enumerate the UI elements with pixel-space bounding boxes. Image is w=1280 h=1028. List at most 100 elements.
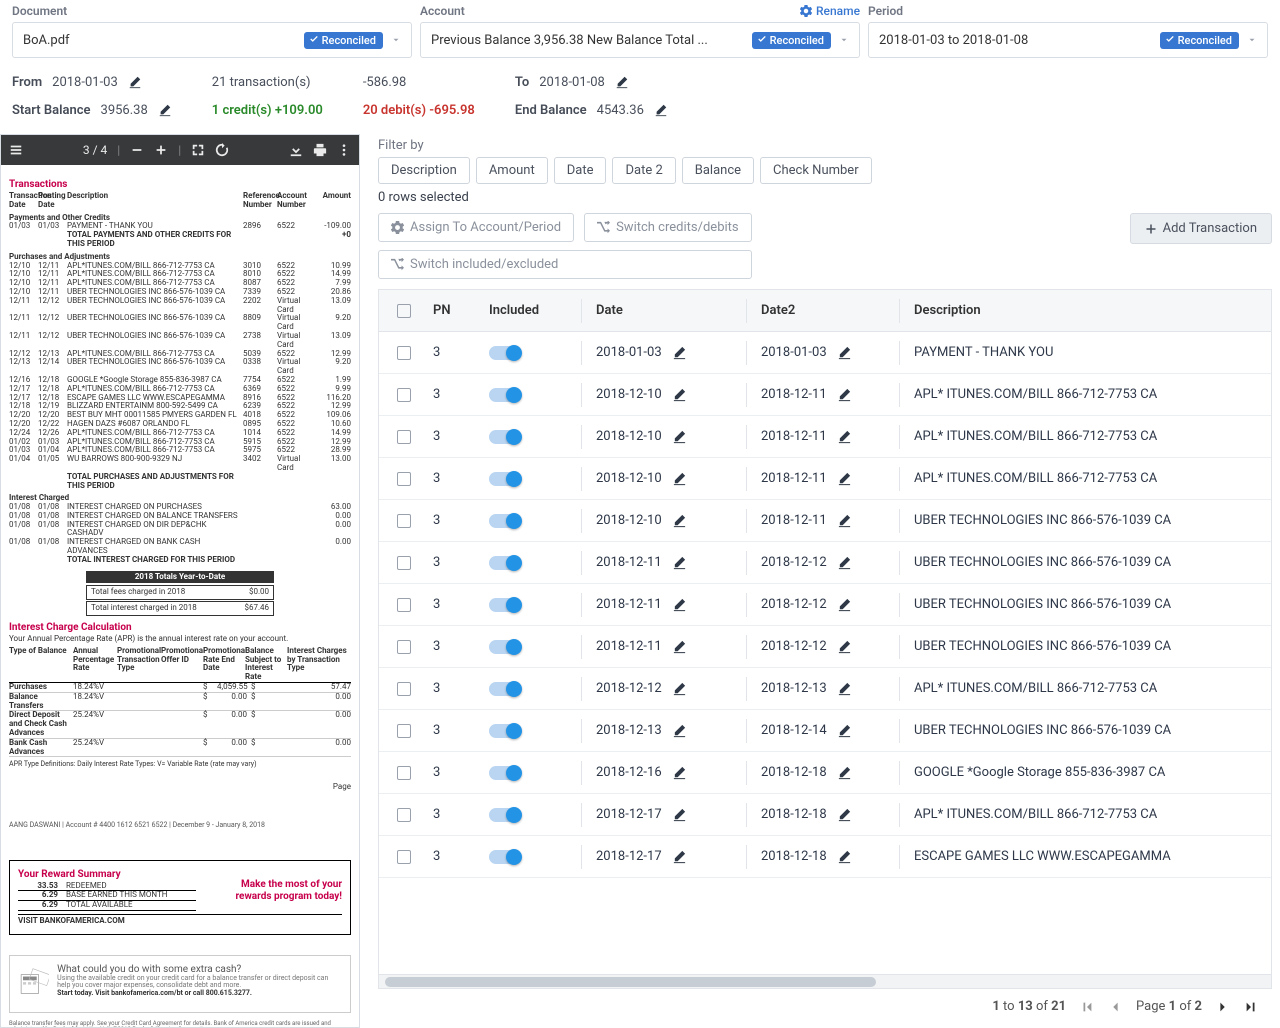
edit-icon[interactable] xyxy=(672,429,687,444)
included-toggle[interactable] xyxy=(489,556,521,570)
edit-icon[interactable] xyxy=(672,807,687,822)
rotate-icon[interactable] xyxy=(215,143,229,157)
row-checkbox[interactable] xyxy=(397,598,411,612)
select-all-checkbox[interactable] xyxy=(397,304,411,318)
edit-icon[interactable] xyxy=(128,75,142,89)
edit-icon[interactable] xyxy=(837,807,852,822)
table-row[interactable]: 32018-12-102018-12-11APL* ITUNES.COM/BIL… xyxy=(379,458,1271,500)
edit-icon[interactable] xyxy=(837,639,852,654)
filter-chip[interactable]: Amount xyxy=(476,157,548,184)
edit-icon[interactable] xyxy=(837,471,852,486)
edit-icon[interactable] xyxy=(672,555,687,570)
filter-chip[interactable]: Date 2 xyxy=(612,157,675,184)
table-row[interactable]: 32018-12-112018-12-12UBER TECHNOLOGIES I… xyxy=(379,584,1271,626)
period-select[interactable]: 2018-01-03 to 2018-01-08 Reconciled xyxy=(868,22,1268,58)
edit-icon[interactable] xyxy=(654,103,668,117)
included-toggle[interactable] xyxy=(489,430,521,444)
included-toggle[interactable] xyxy=(489,388,521,402)
edit-icon[interactable] xyxy=(837,597,852,612)
document-select[interactable]: BoA.pdf Reconciled xyxy=(12,22,412,58)
included-toggle[interactable] xyxy=(489,808,521,822)
table-row[interactable]: 32018-12-112018-12-12UBER TECHNOLOGIES I… xyxy=(379,626,1271,668)
row-checkbox[interactable] xyxy=(397,850,411,864)
switch-credits-debits-button[interactable]: Switch credits/debits xyxy=(584,213,752,242)
edit-icon[interactable] xyxy=(837,513,852,528)
prev-page-icon[interactable] xyxy=(1108,1000,1122,1014)
edit-icon[interactable] xyxy=(837,555,852,570)
rename-link[interactable]: Rename xyxy=(800,4,860,18)
included-toggle[interactable] xyxy=(489,682,521,696)
included-toggle[interactable] xyxy=(489,472,521,486)
last-page-icon[interactable] xyxy=(1244,1000,1258,1014)
assign-button[interactable]: Assign To Account/Period xyxy=(378,213,574,242)
edit-icon[interactable] xyxy=(837,345,852,360)
switch-included-excluded-button[interactable]: Switch included/excluded xyxy=(378,250,752,279)
filter-chip[interactable]: Date xyxy=(554,157,607,184)
edit-icon[interactable] xyxy=(672,849,687,864)
edit-icon[interactable] xyxy=(672,639,687,654)
edit-icon[interactable] xyxy=(837,765,852,780)
filter-chip[interactable]: Check Number xyxy=(760,157,872,184)
download-icon[interactable] xyxy=(289,143,303,157)
edit-icon[interactable] xyxy=(672,765,687,780)
included-toggle[interactable] xyxy=(489,766,521,780)
edit-icon[interactable] xyxy=(672,513,687,528)
edit-icon[interactable] xyxy=(158,103,172,117)
menu-icon[interactable] xyxy=(9,143,23,157)
filter-chip[interactable]: Description xyxy=(378,157,470,184)
row-checkbox[interactable] xyxy=(397,808,411,822)
edit-icon[interactable] xyxy=(672,723,687,738)
add-transaction-button[interactable]: Add Transaction xyxy=(1130,213,1272,244)
filter-chip[interactable]: Balance xyxy=(682,157,754,184)
pdf-page[interactable]: Transactions Transaction DatePosting Dat… xyxy=(1,165,359,1027)
table-row[interactable]: 32018-12-102018-12-11APL* ITUNES.COM/BIL… xyxy=(379,374,1271,416)
print-icon[interactable] xyxy=(313,143,327,157)
included-toggle[interactable] xyxy=(489,640,521,654)
edit-icon[interactable] xyxy=(672,597,687,612)
zoom-out-icon[interactable] xyxy=(130,143,144,157)
next-page-icon[interactable] xyxy=(1216,1000,1230,1014)
date2-cell: 2018-12-18 xyxy=(761,807,827,822)
table-row[interactable]: 32018-12-172018-12-18ESCAPE GAMES LLC WW… xyxy=(379,836,1271,878)
more-icon[interactable] xyxy=(337,143,351,157)
row-checkbox[interactable] xyxy=(397,766,411,780)
edit-icon[interactable] xyxy=(615,75,629,89)
row-checkbox[interactable] xyxy=(397,514,411,528)
edit-icon[interactable] xyxy=(837,429,852,444)
row-checkbox[interactable] xyxy=(397,724,411,738)
row-checkbox[interactable] xyxy=(397,472,411,486)
included-toggle[interactable] xyxy=(489,514,521,528)
included-toggle[interactable] xyxy=(489,724,521,738)
account-select[interactable]: Previous Balance 3,956.38 New Balance To… xyxy=(420,22,860,58)
edit-icon[interactable] xyxy=(837,387,852,402)
row-checkbox[interactable] xyxy=(397,388,411,402)
zoom-in-icon[interactable] xyxy=(154,143,168,157)
table-row[interactable]: 32018-12-132018-12-14UBER TECHNOLOGIES I… xyxy=(379,710,1271,752)
table-row[interactable]: 32018-01-032018-01-03PAYMENT - THANK YOU xyxy=(379,332,1271,374)
edit-icon[interactable] xyxy=(672,471,687,486)
included-toggle[interactable] xyxy=(489,598,521,612)
row-checkbox[interactable] xyxy=(397,346,411,360)
first-page-icon[interactable] xyxy=(1080,1000,1094,1014)
included-toggle[interactable] xyxy=(489,850,521,864)
row-checkbox[interactable] xyxy=(397,640,411,654)
table-row[interactable]: 32018-12-172018-12-18APL* ITUNES.COM/BIL… xyxy=(379,794,1271,836)
table-row[interactable]: 32018-12-102018-12-11UBER TECHNOLOGIES I… xyxy=(379,500,1271,542)
edit-icon[interactable] xyxy=(837,723,852,738)
horizontal-scrollbar[interactable] xyxy=(379,974,1271,988)
table-row[interactable]: 32018-12-162018-12-18GOOGLE *Google Stor… xyxy=(379,752,1271,794)
row-checkbox[interactable] xyxy=(397,556,411,570)
table-row[interactable]: 32018-12-102018-12-11APL* ITUNES.COM/BIL… xyxy=(379,416,1271,458)
account-field: Account Rename Previous Balance 3,956.38… xyxy=(420,4,860,58)
edit-icon[interactable] xyxy=(672,681,687,696)
row-checkbox[interactable] xyxy=(397,430,411,444)
edit-icon[interactable] xyxy=(672,345,687,360)
fit-icon[interactable] xyxy=(191,143,205,157)
table-row[interactable]: 32018-12-122018-12-13APL* ITUNES.COM/BIL… xyxy=(379,668,1271,710)
included-toggle[interactable] xyxy=(489,346,521,360)
row-checkbox[interactable] xyxy=(397,682,411,696)
edit-icon[interactable] xyxy=(837,849,852,864)
edit-icon[interactable] xyxy=(672,387,687,402)
edit-icon[interactable] xyxy=(837,681,852,696)
table-row[interactable]: 32018-12-112018-12-12UBER TECHNOLOGIES I… xyxy=(379,542,1271,584)
